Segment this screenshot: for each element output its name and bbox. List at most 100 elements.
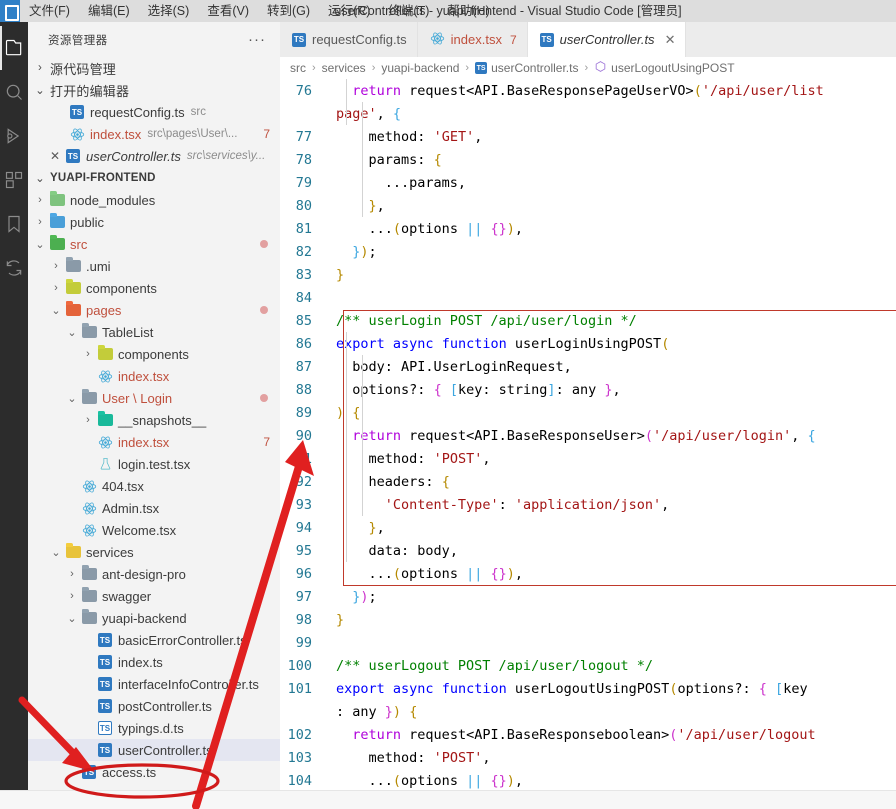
tree-item--umi[interactable]: › .umi [28, 255, 280, 277]
tree-item-basicerrorcontroller-ts[interactable]: TS basicErrorController.ts [28, 629, 280, 651]
tab-requestConfig[interactable]: TS requestConfig.ts [280, 22, 418, 57]
tree-item-usercontroller-ts[interactable]: TS userController.ts [28, 739, 280, 761]
chevron-right-icon[interactable]: › [48, 260, 64, 272]
code-line: 102 return request<API.BaseResponseboole… [280, 723, 896, 746]
tree-item-index-tsx[interactable]: index.tsx [28, 365, 280, 387]
menu-item-edit[interactable]: 编辑(E) [79, 0, 139, 22]
chevron-down-icon[interactable]: ⌄ [64, 392, 80, 405]
chevron-down-icon[interactable]: ⌄ [64, 326, 80, 339]
search-icon[interactable] [0, 70, 28, 114]
menu-bar[interactable]: 文件(F) 编辑(E) 选择(S) 查看(V) 转到(G) 运行(R) 终端(T… [20, 0, 499, 22]
tree-item-ant-design-pro[interactable]: › ant-design-pro [28, 563, 280, 585]
tree-item-services[interactable]: ⌄ services [28, 541, 280, 563]
chevron-down-icon[interactable]: ⌄ [64, 612, 80, 625]
code-line: 90 return request<API.BaseResponseUser>(… [280, 424, 896, 447]
tab-index-tsx[interactable]: index.tsx 7 [417, 22, 528, 57]
breadcrumb-item-file[interactable]: TS userController.ts [475, 61, 578, 75]
explorer-more-icon[interactable]: ··· [248, 31, 266, 48]
tab-label: userController.ts [559, 32, 655, 47]
extensions-icon[interactable] [0, 158, 28, 202]
tree-item-typings-d-ts[interactable]: TS typings.d.ts [28, 717, 280, 739]
chevron-right-icon[interactable]: › [32, 194, 48, 206]
tree-item-label: ant-design-pro [102, 566, 186, 582]
source-control-icon[interactable] [0, 246, 28, 290]
tree-item-access-ts[interactable]: TS access.ts [28, 761, 280, 783]
explorer-title: 资源管理器 [48, 34, 108, 47]
tree-item-index-ts[interactable]: TS index.ts [28, 651, 280, 673]
tree-item-404-tsx[interactable]: 404.tsx [28, 475, 280, 497]
tab-userController[interactable]: TS userController.ts ✕ [527, 22, 687, 57]
breadcrumb-label: src [290, 61, 306, 75]
code-text: return request<API.BaseResponseUser>('/a… [352, 427, 816, 444]
line-number: 76 [295, 82, 312, 99]
tree-item-public[interactable]: › public [28, 211, 280, 233]
run-debug-icon[interactable] [0, 114, 28, 158]
section-source-control[interactable]: › 源代码管理 [28, 57, 280, 79]
breadcrumb-item-src[interactable]: src [290, 61, 306, 75]
chevron-right-icon[interactable]: › [32, 216, 48, 228]
chevron-down-icon[interactable]: ⌄ [32, 238, 48, 251]
title-bar: 文件(F) 编辑(E) 选择(S) 查看(V) 转到(G) 运行(R) 终端(T… [0, 0, 896, 22]
open-editor-label: requestConfig.ts [90, 104, 185, 120]
section-project-root[interactable]: ⌄ YUAPI-FRONTEND [28, 167, 280, 189]
react-icon [96, 369, 114, 384]
chevron-right-icon[interactable]: › [80, 414, 96, 426]
open-editor-userController[interactable]: ✕ TS userController.ts src\services\y... [28, 145, 280, 167]
chevron-right-icon[interactable]: › [64, 568, 80, 580]
tree-item-interfaceinfocontroller-ts[interactable]: TS interfaceInfoController.ts [28, 673, 280, 695]
tree-item-login-test-tsx[interactable]: login.test.tsx [28, 453, 280, 475]
code-editor[interactable]: 76 return request<API.BaseResponsePageUs… [280, 79, 896, 809]
tree-item-pages[interactable]: ⌄ pages [28, 299, 280, 321]
tree-item-tablelist[interactable]: ⌄ TableList [28, 321, 280, 343]
open-editor-badge: 7 [263, 127, 270, 141]
close-icon[interactable]: ✕ [665, 32, 676, 48]
bookmark-icon[interactable] [0, 202, 28, 246]
tree-item-label: interfaceInfoController.ts [118, 676, 259, 692]
code-text: }); [352, 588, 377, 605]
tree-item-label: basicErrorController.ts [118, 632, 247, 648]
breadcrumb-item-yuapi-backend[interactable]: yuapi-backend [381, 61, 459, 75]
tree-item-welcome-tsx[interactable]: Welcome.tsx [28, 519, 280, 541]
section-open-editors[interactable]: ⌄ 打开的编辑器 [28, 79, 280, 101]
tree-item-index-tsx[interactable]: index.tsx 7 [28, 431, 280, 453]
chevron-right-icon[interactable]: › [48, 282, 64, 294]
close-icon[interactable]: ✕ [46, 149, 64, 163]
menu-item-terminal[interactable]: 终端(T) [379, 0, 438, 22]
breadcrumb-item-symbol[interactable]: userLogoutUsingPOST [594, 60, 735, 76]
tree-item-node-modules[interactable]: › node_modules [28, 189, 280, 211]
tree-item-swagger[interactable]: › swagger [28, 585, 280, 607]
breadcrumb-label: yuapi-backend [381, 61, 460, 75]
chevron-right-icon[interactable]: › [80, 348, 96, 360]
chevron-down-icon[interactable]: ⌄ [48, 304, 64, 317]
line-number: 97 [295, 588, 312, 605]
open-editor-index-tsx[interactable]: index.tsx src\pages\User\... 7 [28, 123, 280, 145]
react-icon [80, 479, 98, 494]
menu-item-run[interactable]: 运行(R) [319, 0, 379, 22]
tree-item-label: index.ts [118, 654, 163, 670]
indent-guide [346, 79, 347, 125]
open-editor-requestConfig[interactable]: TS requestConfig.ts src [28, 101, 280, 123]
tree-item-src[interactable]: ⌄ src [28, 233, 280, 255]
code-text: /** userLogin POST /api/user/login */ [336, 312, 637, 329]
breadcrumb-item-services[interactable]: services [322, 61, 366, 75]
code-text: ...params, [336, 174, 467, 191]
tree-item-postcontroller-ts[interactable]: TS postController.ts [28, 695, 280, 717]
tree-item--snapshots-[interactable]: › __snapshots__ [28, 409, 280, 431]
tree-item-components[interactable]: › components [28, 343, 280, 365]
tree-item-user-login[interactable]: ⌄ User \ Login [28, 387, 280, 409]
tree-item-admin-tsx[interactable]: Admin.tsx [28, 497, 280, 519]
open-editor-label: index.tsx [90, 126, 142, 142]
folder-icon [64, 546, 82, 558]
menu-item-file[interactable]: 文件(F) [20, 0, 79, 22]
chevron-right-icon[interactable]: › [64, 590, 80, 602]
explorer-icon[interactable] [0, 26, 28, 70]
menu-item-view[interactable]: 查看(V) [198, 0, 258, 22]
menu-item-help[interactable]: 帮助(H) [438, 0, 498, 22]
chevron-down-icon[interactable]: ⌄ [48, 546, 64, 559]
tree-item-components[interactable]: › components [28, 277, 280, 299]
tree-item-yuapi-backend[interactable]: ⌄ yuapi-backend [28, 607, 280, 629]
code-line: 92 headers: { [280, 470, 896, 493]
code-text: ...(options || {}), [336, 772, 524, 789]
menu-item-select[interactable]: 选择(S) [139, 0, 199, 22]
menu-item-go[interactable]: 转到(G) [258, 0, 319, 22]
